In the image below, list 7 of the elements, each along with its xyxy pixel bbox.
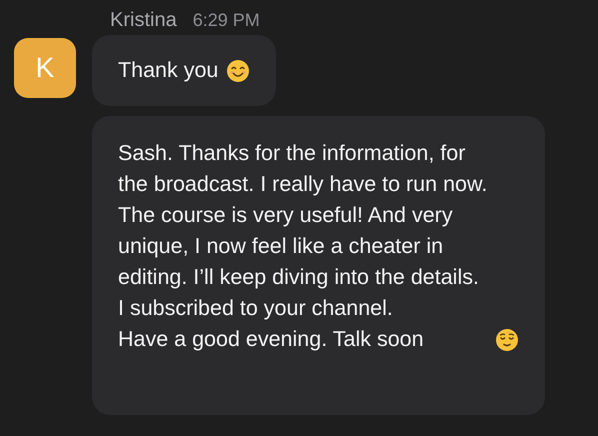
sender-name: Kristina xyxy=(110,9,177,32)
message-time: 6:29 PM xyxy=(192,10,260,31)
avatar: K xyxy=(14,38,76,98)
message-text: Thank you xyxy=(118,57,218,84)
smiling-face-icon xyxy=(226,59,250,83)
relieved-face-icon xyxy=(495,328,520,352)
message-text: Sash. Thanks for the information, for the broadcast. I really have to run now. The course is very useful! And very unique, I now feel like a cheater in editing. I’ll keep diving into the details. I subscribed to your channel. Have a good evening. Talk soon xyxy=(118,140,488,353)
